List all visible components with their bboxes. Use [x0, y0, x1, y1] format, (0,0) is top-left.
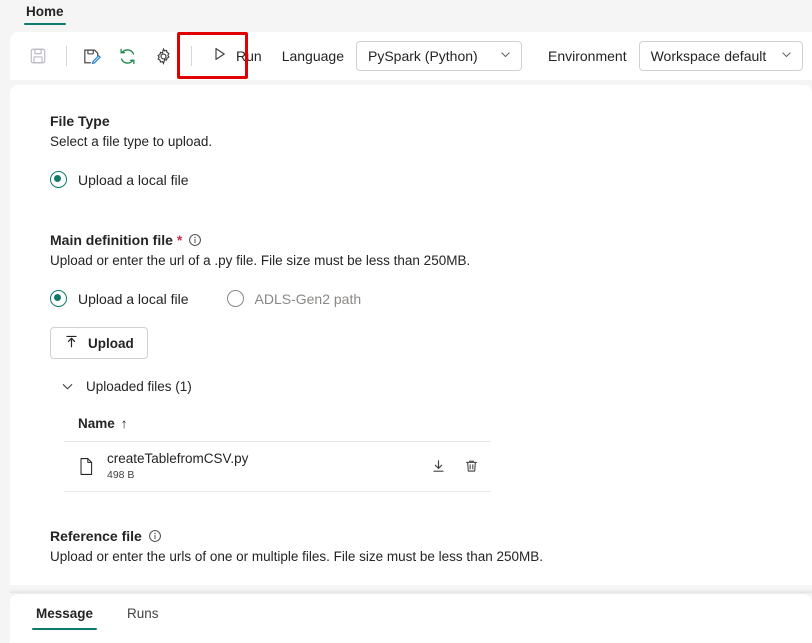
ribbon-tab-home-label: Home: [26, 4, 64, 19]
save-button[interactable]: [22, 40, 54, 72]
upload-arrow-icon: [64, 334, 79, 352]
app-root: Home Run Language PySpark (Python) Envir…: [0, 0, 812, 643]
file-size: 498 B: [107, 469, 135, 481]
file-type-section: File Type Select a file type to upload. …: [50, 113, 772, 188]
radio-upload-local-file[interactable]: Upload a local file: [50, 290, 189, 307]
main-definition-description: Upload or enter the url of a .py file. F…: [50, 253, 471, 268]
radio-label: Upload a local file: [78, 171, 189, 188]
table-header-name[interactable]: Name ↑: [64, 416, 491, 442]
table-row[interactable]: createTablefromCSV.py 498 B: [64, 442, 491, 492]
form-container: File Type Select a file type to upload. …: [10, 85, 812, 564]
save-as-button[interactable]: [75, 40, 107, 72]
chevron-down-icon: [60, 379, 75, 394]
info-icon[interactable]: [148, 529, 162, 543]
radio-indicator: [50, 171, 67, 188]
radio-adls-gen2-path[interactable]: ADLS-Gen2 path: [226, 290, 362, 307]
tab-runs[interactable]: Runs: [123, 606, 163, 630]
reference-file-title-text: Reference file: [50, 528, 142, 544]
file-info: createTablefromCSV.py 498 B: [107, 450, 248, 482]
required-asterisk: *: [176, 232, 183, 248]
refresh-icon: [118, 47, 137, 66]
active-tab-underline: [32, 627, 98, 630]
environment-dropdown[interactable]: Workspace default: [638, 41, 804, 71]
radio-label: Upload a local file: [78, 290, 189, 307]
main-definition-title-text: Main definition file: [50, 232, 173, 248]
download-icon[interactable]: [431, 459, 446, 474]
upload-button[interactable]: Upload: [50, 327, 148, 359]
bottom-panel: Message Runs: [10, 593, 812, 643]
chevron-down-icon: [499, 48, 512, 64]
column-header-label: Name: [78, 416, 115, 431]
language-field: Language PySpark (Python): [282, 41, 522, 71]
language-dropdown[interactable]: PySpark (Python): [355, 41, 522, 71]
main-definition-file-section: Main definition file * Upload or enter t…: [50, 232, 772, 492]
environment-field: Environment Workspace default: [547, 41, 804, 71]
reference-file-section: Reference file Upload or enter the urls …: [50, 528, 772, 564]
settings-gear-icon: [154, 47, 173, 66]
reference-file-description: Upload or enter the urls of one or multi…: [50, 549, 543, 564]
reference-file-title: Reference file: [50, 528, 772, 544]
row-actions: [431, 459, 483, 474]
main-content-card: File Type Select a file type to upload. …: [10, 85, 812, 585]
info-icon[interactable]: [188, 233, 202, 247]
file-type-title-text: File Type: [50, 113, 110, 129]
upload-button-label: Upload: [88, 335, 134, 351]
toolbar-separator-2: [191, 46, 192, 66]
main-definition-title: Main definition file *: [50, 232, 772, 248]
chevron-down-icon: [780, 48, 793, 64]
delete-icon[interactable]: [464, 459, 479, 474]
file-icon: [78, 457, 95, 476]
play-triangle-icon: [212, 46, 228, 67]
radio-upload-local-file-filetype[interactable]: Upload a local file: [50, 171, 189, 188]
file-type-description: Select a file type to upload.: [50, 134, 213, 149]
ribbon-tab-home[interactable]: Home: [22, 4, 68, 25]
ribbon-tab-strip: Home: [0, 0, 812, 32]
save-icon: [29, 47, 47, 65]
main-definition-radio-group: Upload a local file ADLS-Gen2 path: [50, 290, 772, 307]
active-tab-underline: [24, 22, 66, 25]
uploaded-files-label: Uploaded files (1): [86, 379, 192, 394]
radio-indicator: [50, 290, 67, 307]
language-label: Language: [281, 48, 344, 64]
save-as-icon: [82, 47, 101, 66]
command-bar: Run Language PySpark (Python) Environmen…: [10, 32, 812, 80]
radio-label: ADLS-Gen2 path: [254, 290, 362, 307]
run-button-label: Run: [236, 48, 262, 64]
toolbar-separator-1: [66, 46, 67, 66]
file-type-title: File Type: [50, 113, 772, 129]
file-name: createTablefromCSV.py: [107, 451, 249, 466]
uploaded-files-table: Name ↑ createTablefromCSV.py 498 B: [64, 416, 491, 492]
run-button[interactable]: Run: [200, 40, 274, 72]
radio-indicator: [226, 290, 244, 307]
tab-message[interactable]: Message: [32, 606, 98, 630]
sort-ascending-icon: ↑: [120, 416, 128, 431]
tab-runs-label: Runs: [127, 606, 159, 621]
uploaded-files-toggle[interactable]: Uploaded files (1): [60, 379, 772, 394]
refresh-button[interactable]: [111, 40, 143, 72]
language-dropdown-value: PySpark (Python): [367, 48, 478, 64]
settings-button[interactable]: [147, 40, 179, 72]
file-type-radio-group: Upload a local file: [50, 171, 772, 188]
environment-label: Environment: [547, 48, 627, 64]
tab-message-label: Message: [36, 606, 94, 621]
environment-dropdown-value: Workspace default: [650, 48, 767, 64]
